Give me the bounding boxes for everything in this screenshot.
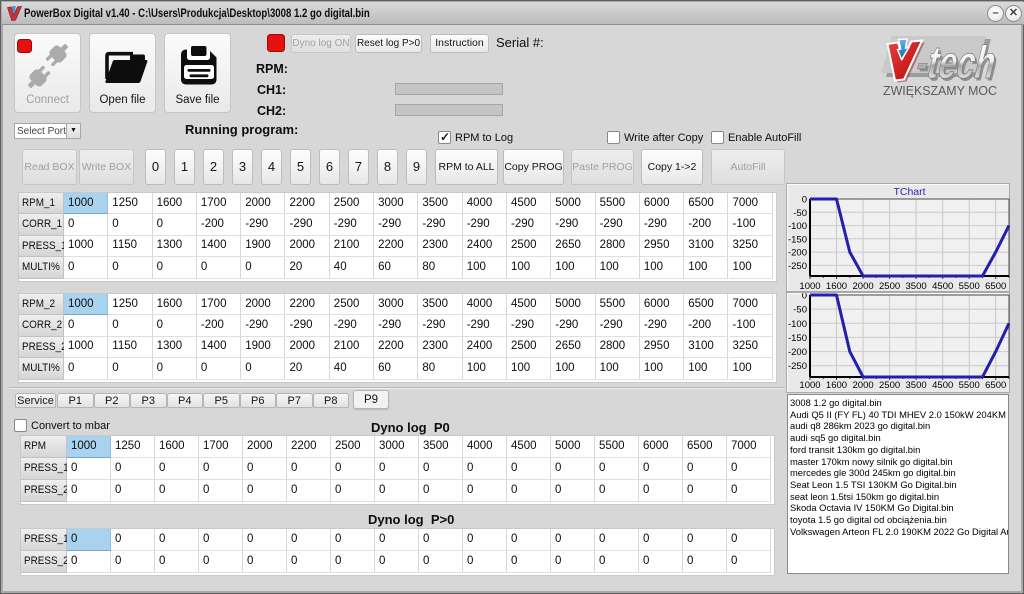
svg-text:-250: -250 — [788, 261, 807, 272]
svg-text:2500: 2500 — [879, 380, 900, 391]
svg-text:2000: 2000 — [853, 281, 874, 292]
svg-text:1000: 1000 — [799, 281, 820, 292]
svg-text:1600: 1600 — [826, 281, 847, 292]
svg-text:1000: 1000 — [799, 380, 820, 391]
svg-text:-250: -250 — [788, 361, 807, 372]
svg-text:1600: 1600 — [826, 380, 847, 391]
svg-text:6500: 6500 — [985, 281, 1006, 292]
svg-text:2500: 2500 — [879, 281, 900, 292]
svg-text:0: 0 — [802, 195, 807, 206]
svg-text:2000: 2000 — [853, 380, 874, 391]
svg-text:-50: -50 — [793, 305, 807, 316]
svg-text:-50: -50 — [793, 208, 807, 219]
svg-text:-tech: -tech — [912, 37, 1003, 88]
svg-text:3500: 3500 — [906, 281, 927, 292]
svg-text:-150: -150 — [788, 234, 807, 245]
svg-text:-100: -100 — [788, 221, 807, 232]
svg-text:6500: 6500 — [985, 380, 1006, 391]
svg-text:0: 0 — [802, 293, 807, 302]
svg-text:-150: -150 — [788, 333, 807, 344]
svg-text:TChart: TChart — [893, 186, 925, 198]
svg-text:5500: 5500 — [959, 281, 980, 292]
svg-text:5500: 5500 — [959, 380, 980, 391]
svg-text:ZWIĘKSZAMY MOC: ZWIĘKSZAMY MOC — [883, 84, 997, 98]
svg-text:-200: -200 — [788, 347, 807, 358]
svg-text:4500: 4500 — [932, 380, 953, 391]
svg-text:-200: -200 — [788, 248, 807, 259]
svg-text:4500: 4500 — [932, 281, 953, 292]
svg-text:3500: 3500 — [906, 380, 927, 391]
svg-text:-100: -100 — [788, 319, 807, 330]
